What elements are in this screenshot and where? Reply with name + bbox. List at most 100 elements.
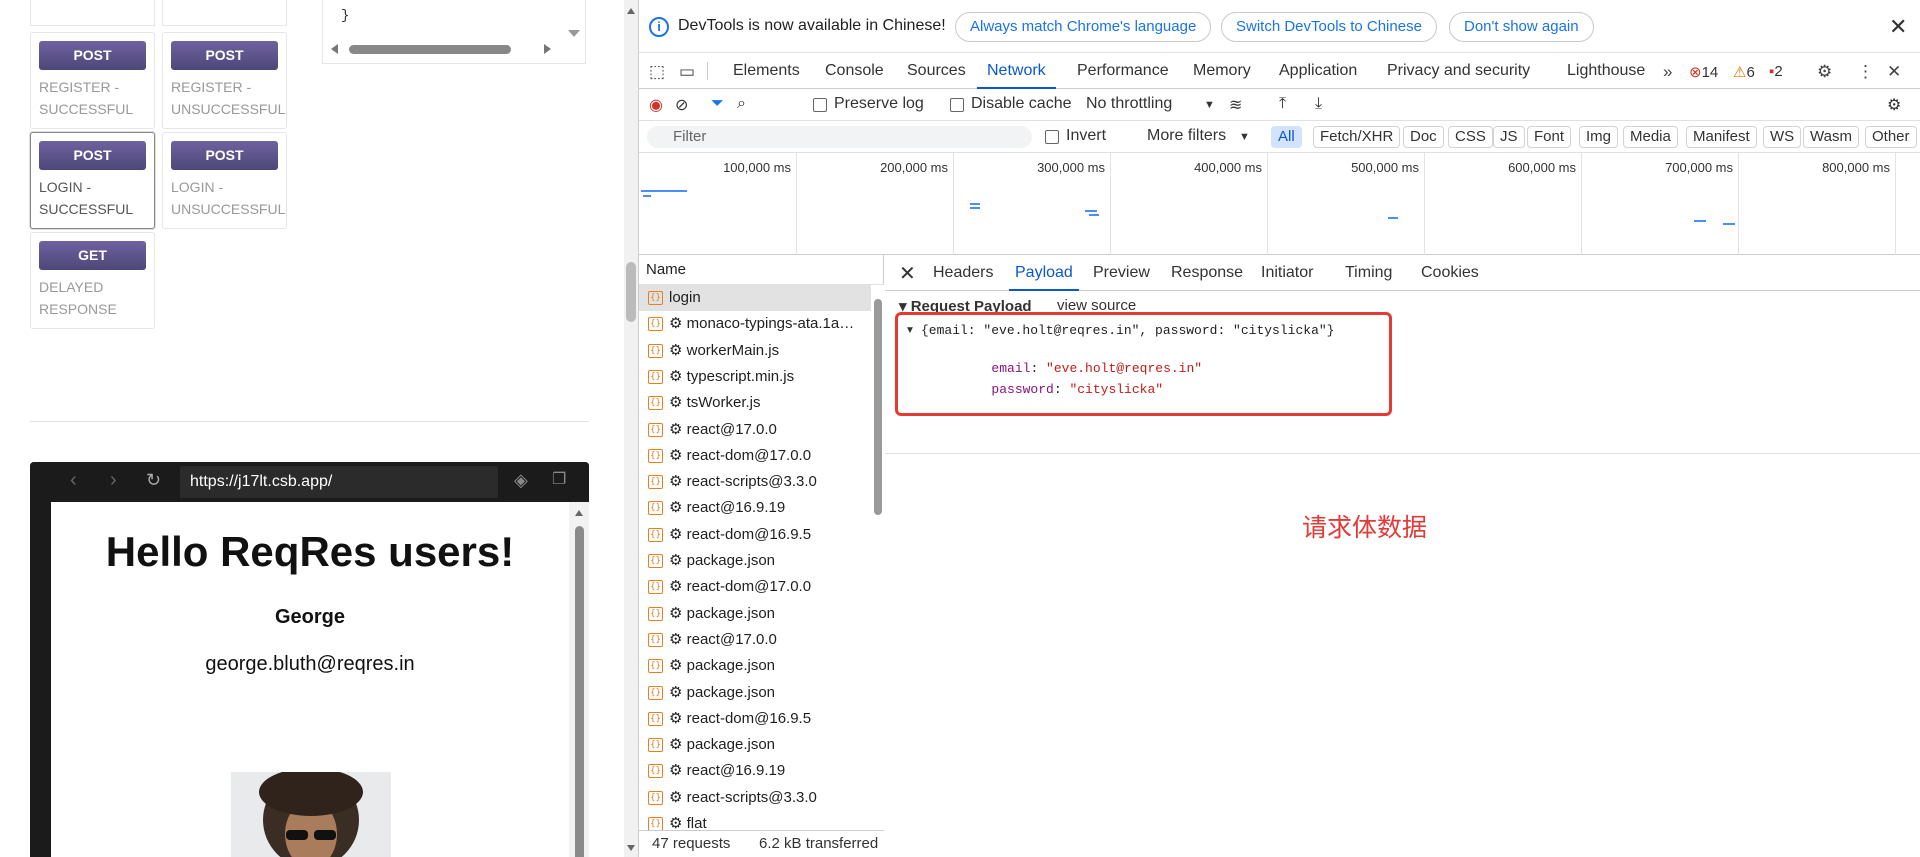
scroll-thumb[interactable]: [626, 262, 636, 322]
tab-cookies[interactable]: Cookies: [1421, 255, 1479, 291]
tab-memory[interactable]: Memory: [1193, 53, 1251, 89]
tab-initiator[interactable]: Initiator: [1261, 255, 1313, 291]
chevron-down-icon[interactable]: ▼: [1239, 131, 1250, 143]
close-devtools-icon[interactable]: ✕: [1887, 62, 1901, 82]
filter-type-doc[interactable]: Doc: [1403, 126, 1444, 148]
device-toolbar-icon[interactable]: ▭: [679, 62, 695, 82]
request-row[interactable]: {} login: [639, 285, 871, 311]
sandbox-url-input[interactable]: https://j17lt.csb.app/: [180, 466, 498, 498]
network-settings-gear-icon[interactable]: ⚙: [1887, 95, 1901, 115]
network-conditions-icon[interactable]: ≋: [1229, 95, 1242, 115]
scroll-down-arrow-icon[interactable]: [627, 845, 635, 851]
filter-type-fetch-xhr[interactable]: Fetch/XHR: [1313, 126, 1401, 148]
open-window-icon[interactable]: ❐: [552, 470, 566, 490]
stop-recording-icon[interactable]: ◉: [649, 95, 663, 115]
request-row[interactable]: {} ⚙ react-scripts@3.3.0: [639, 469, 871, 495]
always-match-language-button[interactable]: Always match Chrome's language: [955, 12, 1212, 42]
filter-type-manifest[interactable]: Manifest: [1686, 126, 1757, 148]
filter-input[interactable]: Filter: [647, 126, 1032, 148]
request-row[interactable]: {} ⚙ workerMain.js: [639, 338, 871, 364]
tab-headers[interactable]: Headers: [933, 255, 993, 291]
request-row[interactable]: {} ⚙ react-dom@16.9.5: [639, 522, 871, 548]
filter-type-media[interactable]: Media: [1623, 126, 1678, 148]
export-har-icon[interactable]: ⤓: [1315, 95, 1322, 113]
request-row[interactable]: {} ⚙ package.json: [639, 680, 871, 706]
tab-timing[interactable]: Timing: [1345, 255, 1392, 291]
request-row[interactable]: {} ⚙ react-scripts@3.3.0: [639, 785, 871, 811]
scroll-thumb[interactable]: [349, 45, 511, 54]
network-overview-timeline[interactable]: 100,000 ms 200,000 ms 300,000 ms 400,000…: [639, 153, 1920, 255]
invert-checkbox[interactable]: [1045, 130, 1059, 144]
request-row[interactable]: {} ⚙ package.json: [639, 653, 871, 679]
endpoint-login-unsuccessful[interactable]: POST LOGIN - UNSUCCESSFUL: [162, 132, 287, 229]
request-row[interactable]: {} ⚙ react-dom@17.0.0: [639, 443, 871, 469]
tab-preview[interactable]: Preview: [1093, 255, 1150, 291]
request-row[interactable]: {} ⚙ monaco-typings-ata.1a…: [639, 311, 871, 337]
back-icon[interactable]: ‹: [70, 470, 77, 490]
settings-gear-icon[interactable]: ⚙: [1817, 62, 1832, 82]
scroll-thumb[interactable]: [874, 299, 882, 515]
endpoint-register-unsuccessful[interactable]: POST REGISTER - UNSUCCESSFUL: [162, 32, 287, 129]
endpoint-register-successful[interactable]: POST REGISTER - SUCCESSFUL: [30, 32, 155, 129]
filter-type-all[interactable]: All: [1271, 126, 1302, 148]
more-tabs-icon[interactable]: »: [1663, 62, 1672, 82]
import-har-icon[interactable]: ⤒: [1279, 95, 1286, 113]
scroll-thumb[interactable]: [575, 526, 584, 857]
clear-icon[interactable]: ⊘: [675, 95, 688, 115]
refresh-icon[interactable]: ↻: [146, 470, 161, 490]
scroll-down-arrow-icon[interactable]: [568, 30, 580, 37]
devtools-diamond-icon[interactable]: ◈: [514, 470, 528, 490]
tab-console[interactable]: Console: [825, 53, 884, 89]
endpoint-delayed-response[interactable]: GET DELAYED RESPONSE: [30, 232, 155, 329]
throttling-select[interactable]: No throttling: [1086, 95, 1172, 113]
search-icon[interactable]: ⌕: [737, 95, 746, 113]
tab-lighthouse[interactable]: Lighthouse: [1567, 53, 1645, 89]
disable-cache-checkbox[interactable]: [950, 98, 964, 112]
request-row[interactable]: {} ⚙ react@17.0.0: [639, 627, 871, 653]
tab-response[interactable]: Response: [1171, 255, 1243, 291]
tab-application[interactable]: Application: [1279, 53, 1357, 89]
request-row[interactable]: {} ⚙ react-dom@16.9.5: [639, 706, 871, 732]
close-icon[interactable]: ✕: [1889, 14, 1907, 40]
dont-show-again-button[interactable]: Don't show again: [1449, 12, 1594, 42]
tab-network[interactable]: Network: [977, 53, 1056, 89]
filter-funnel-icon[interactable]: ⏷: [711, 95, 724, 113]
close-icon[interactable]: ✕: [899, 261, 916, 286]
switch-to-chinese-button[interactable]: Switch DevTools to Chinese: [1221, 12, 1437, 42]
forward-icon[interactable]: ›: [110, 470, 117, 490]
inspect-element-icon[interactable]: ⬚: [649, 62, 665, 82]
more-filters-dropdown[interactable]: More filters: [1147, 127, 1226, 145]
request-list-scrollbar[interactable]: [871, 285, 884, 830]
request-row[interactable]: {} ⚙ package.json: [639, 601, 871, 627]
filter-type-wasm[interactable]: Wasm: [1803, 126, 1859, 148]
scroll-up-arrow-icon[interactable]: [575, 510, 583, 516]
tab-privacy-security[interactable]: Privacy and security: [1387, 53, 1530, 89]
chevron-down-icon[interactable]: ▼: [1204, 99, 1215, 111]
issues-count[interactable]: ▪2: [1769, 63, 1783, 80]
page-scrollbar[interactable]: [624, 0, 638, 857]
request-row[interactable]: {} ⚙ react-dom@17.0.0: [639, 574, 871, 600]
request-row[interactable]: {} ⚙ react@16.9.19: [639, 495, 871, 521]
warning-count[interactable]: ⚠6: [1733, 63, 1755, 81]
error-count[interactable]: ⊗14: [1689, 63, 1718, 81]
filter-type-font[interactable]: Font: [1527, 126, 1572, 148]
filter-type-ws[interactable]: WS: [1763, 126, 1802, 148]
more-options-icon[interactable]: ⋮: [1857, 62, 1874, 82]
tab-elements[interactable]: Elements: [733, 53, 800, 89]
scroll-up-arrow-icon[interactable]: [627, 8, 635, 14]
tab-performance[interactable]: Performance: [1077, 53, 1169, 89]
filter-type-js[interactable]: JS: [1493, 126, 1525, 148]
endpoint-login-successful[interactable]: POST LOGIN - SUCCESSFUL: [30, 132, 155, 229]
request-row[interactable]: {} ⚙ tsWorker.js: [639, 390, 871, 416]
request-row[interactable]: {} ⚙ package.json: [639, 732, 871, 758]
filter-type-other[interactable]: Other: [1865, 126, 1917, 148]
tab-payload[interactable]: Payload: [1009, 255, 1079, 291]
request-row[interactable]: {} ⚙ react@16.9.19: [639, 758, 871, 784]
sandbox-scrollbar[interactable]: [569, 502, 589, 857]
scroll-left-arrow-icon[interactable]: [331, 44, 338, 54]
request-row[interactable]: {} ⚙ package.json: [639, 548, 871, 574]
request-row[interactable]: {} ⚙ react@17.0.0: [639, 417, 871, 443]
name-column-header[interactable]: Name: [639, 255, 884, 285]
preserve-log-checkbox[interactable]: [813, 98, 827, 112]
code-horizontal-scrollbar[interactable]: [329, 43, 579, 55]
